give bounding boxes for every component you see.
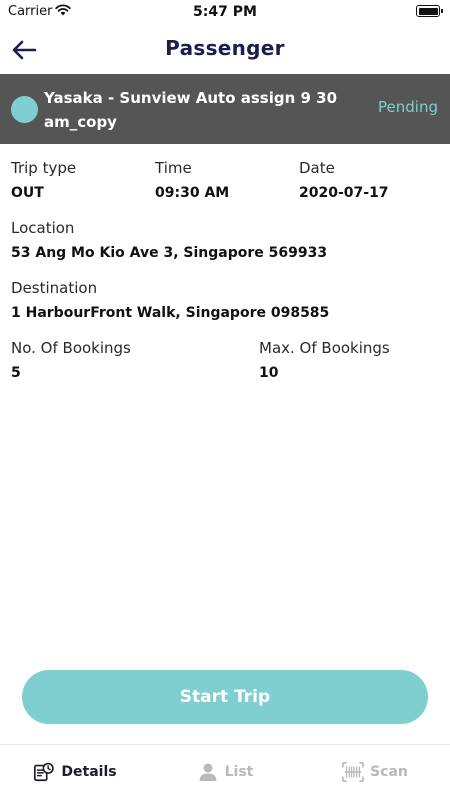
time-value: 09:30 AM xyxy=(155,185,230,201)
tab-list-label: List xyxy=(224,764,254,780)
max-bookings-field: Max. Of Bookings 10 xyxy=(259,338,390,383)
bookings-field: No. Of Bookings 5 xyxy=(11,338,131,383)
time-field: Time 09:30 AM xyxy=(155,158,229,203)
barcode-icon xyxy=(342,761,365,783)
trip-type-label: Trip type xyxy=(11,159,77,177)
trip-banner: Yasaka - Sunview Auto assign 9 30 am_cop… xyxy=(0,74,450,144)
tab-bar: Details List Scan xyxy=(0,744,450,800)
tab-scan[interactable]: Scan xyxy=(300,745,450,800)
person-icon xyxy=(197,761,219,783)
date-label: Date xyxy=(299,159,335,177)
trip-status-badge: Pending xyxy=(378,98,438,116)
start-trip-button[interactable]: Start Trip xyxy=(22,670,428,724)
destination-field: Destination 1 HarbourFront Walk, Singapo… xyxy=(11,278,329,323)
status-bar: Carrier 5:47 PM xyxy=(0,0,450,24)
battery-icon xyxy=(416,5,443,17)
location-value: 53 Ang Mo Kio Ave 3, Singapore 569933 xyxy=(11,245,328,261)
bookings-label: No. Of Bookings xyxy=(11,339,131,357)
status-time: 5:47 PM xyxy=(193,4,257,20)
destination-label: Destination xyxy=(11,279,98,297)
destination-value: 1 HarbourFront Walk, Singapore 098585 xyxy=(11,305,330,321)
trip-status-indicator xyxy=(11,96,38,123)
tab-scan-label: Scan xyxy=(370,764,408,780)
nav-header: Passenger xyxy=(0,26,450,74)
location-label: Location xyxy=(11,219,75,237)
date-value: 2020-07-17 xyxy=(299,185,389,201)
tab-details[interactable]: Details xyxy=(0,745,150,800)
max-bookings-value: 10 xyxy=(259,365,279,381)
trip-type-field: Trip type OUT xyxy=(11,158,76,203)
bookings-value: 5 xyxy=(11,365,21,381)
time-label: Time xyxy=(155,159,192,177)
location-field: Location 53 Ang Mo Kio Ave 3, Singapore … xyxy=(11,218,327,263)
page-title: Passenger xyxy=(165,36,285,60)
date-field: Date 2020-07-17 xyxy=(299,158,389,203)
trip-type-value: OUT xyxy=(11,185,44,201)
max-bookings-label: Max. Of Bookings xyxy=(259,339,390,357)
tab-details-label: Details xyxy=(61,764,117,780)
details-icon xyxy=(33,761,55,783)
tab-list[interactable]: List xyxy=(150,745,300,800)
trip-name: Yasaka - Sunview Auto assign 9 30 am_cop… xyxy=(44,89,338,131)
